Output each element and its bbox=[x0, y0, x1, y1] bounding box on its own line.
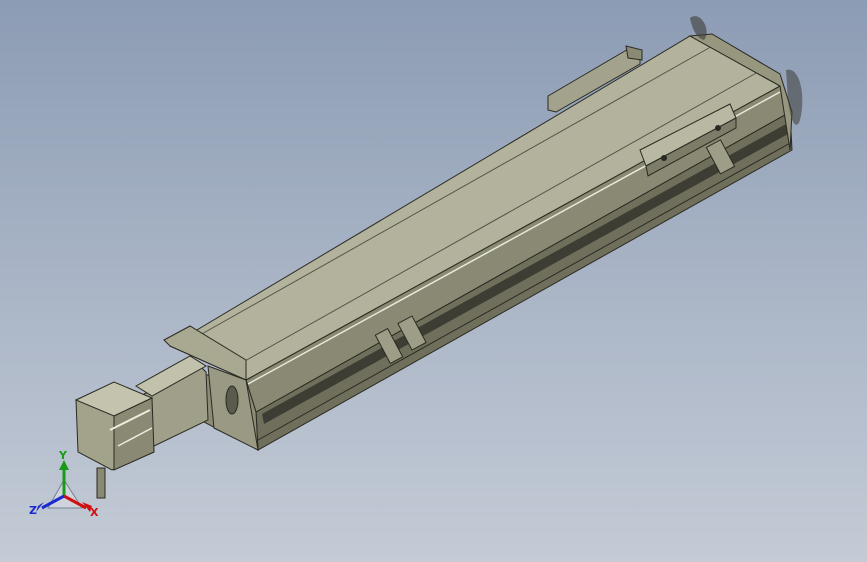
coordinate-triad bbox=[36, 460, 92, 512]
triad-z-label: Z bbox=[29, 504, 37, 517]
carriage-bolt bbox=[661, 155, 667, 161]
top-groove-line bbox=[235, 71, 759, 367]
motor-cable bbox=[96, 467, 106, 499]
triad-y-label: Y bbox=[59, 449, 67, 462]
front-end-slot bbox=[225, 385, 239, 415]
carriage-bolt bbox=[715, 125, 721, 131]
triad-x-label: X bbox=[90, 506, 99, 519]
rear-bracket-top bbox=[625, 45, 643, 61]
cad-viewport[interactable]: Y X Z bbox=[0, 0, 867, 562]
linear-actuator-model[interactable] bbox=[0, 0, 867, 562]
